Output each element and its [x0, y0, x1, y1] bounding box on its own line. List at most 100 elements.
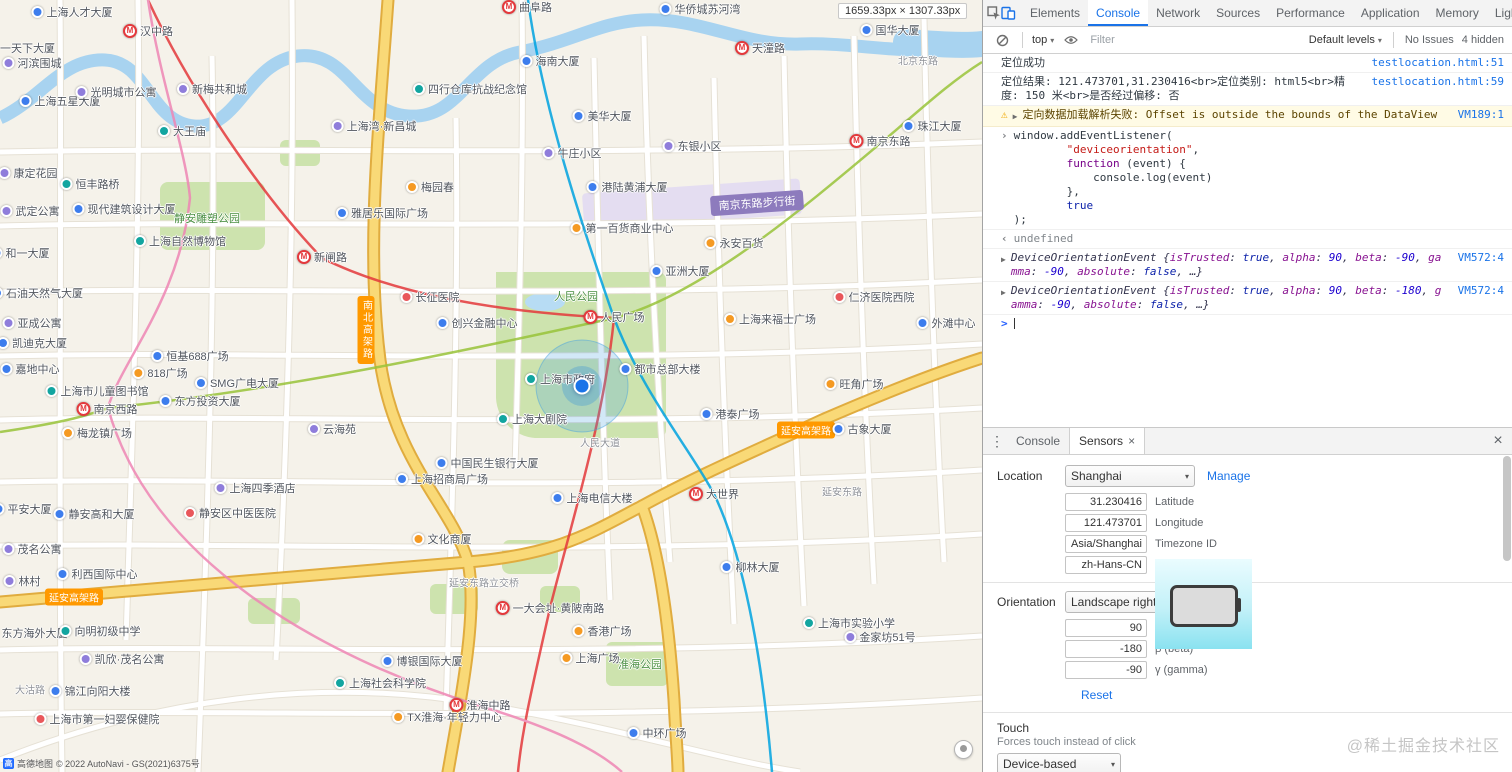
scrollbar-thumb[interactable]	[1503, 456, 1511, 561]
orientation-input--alpha-[interactable]	[1065, 619, 1147, 637]
expand-triangle-icon[interactable]: ▶	[1013, 110, 1018, 124]
map-marker[interactable]: 中环广场	[627, 725, 687, 741]
reset-orientation-button[interactable]: Reset	[1081, 688, 1112, 702]
map-marker[interactable]: 东方海外大厦	[0, 625, 68, 641]
map-marker[interactable]: 第一百货商业中心	[570, 220, 674, 236]
map-marker[interactable]: M 新闸路	[297, 249, 347, 265]
map-marker[interactable]: 国华大厦	[860, 22, 920, 38]
map-marker[interactable]: M 人民广场	[583, 309, 645, 325]
map-marker[interactable]: 外滩中心	[916, 315, 976, 331]
source-link[interactable]: VM572:4	[1458, 251, 1504, 265]
map-marker[interactable]: 亚洲大厦	[650, 263, 710, 279]
tab-memory[interactable]: Memory	[1428, 0, 1487, 26]
map-marker[interactable]: 创兴金融中心	[436, 315, 518, 331]
map-marker[interactable]: M 一大会址·黄陂南路	[495, 600, 604, 616]
map-marker[interactable]: 上海电信大楼	[551, 490, 633, 506]
map-marker[interactable]: 香港广场	[572, 623, 632, 639]
map-marker[interactable]: 旺角广场	[824, 376, 884, 392]
console-filter-input[interactable]	[1088, 33, 1283, 47]
map-marker[interactable]: 上海广场	[560, 650, 620, 666]
map-marker[interactable]: 818广场	[132, 365, 188, 381]
map-marker[interactable]: 港陆黄浦大厦	[586, 179, 668, 195]
tab-elements[interactable]: Elements	[1022, 0, 1088, 26]
map-marker[interactable]: 茂名公寓	[2, 541, 62, 557]
map-marker[interactable]: 上海招商局广场	[396, 471, 488, 487]
map-pane[interactable]: 上海人才大厦 M 汉中路 一天下大厦 河滨围城 M 曲阜路 华侨城苏河湾 M 天潼路 国华大厦 珠江大…	[0, 0, 982, 772]
map-marker[interactable]: 光明城市公寓	[75, 84, 157, 100]
map-marker[interactable]: 锦江向阳大楼	[49, 683, 131, 699]
map-marker[interactable]: 港泰广场	[700, 406, 760, 422]
map-marker[interactable]: 上海自然博物馆	[134, 233, 226, 249]
map-marker[interactable]: 凯迪克大厦	[0, 335, 67, 351]
map-marker[interactable]: 石油天然气大厦	[0, 285, 83, 301]
orientation-input--gamma-[interactable]	[1065, 661, 1147, 679]
map-marker[interactable]: 文化商厦	[412, 531, 472, 547]
map-marker[interactable]: 上海四季酒店	[214, 480, 296, 496]
map-marker[interactable]: 平安大厦	[0, 501, 52, 517]
map-marker[interactable]: 嘉地中心	[0, 361, 60, 377]
map-marker[interactable]: 永安百货	[704, 235, 764, 251]
map-marker[interactable]: 恒基688广场	[151, 348, 229, 364]
map-marker[interactable]: 静安区中医医院	[184, 505, 276, 521]
close-drawer-icon[interactable]: ×	[1488, 432, 1508, 450]
map-marker[interactable]: 长征医院	[400, 289, 460, 305]
tab-network[interactable]: Network	[1148, 0, 1208, 26]
tab-console[interactable]: Console	[1088, 0, 1149, 26]
map-marker[interactable]: 林村	[3, 573, 41, 589]
location-select[interactable]: Shanghai ▾	[1065, 465, 1195, 487]
map-marker[interactable]: 金家坊51号	[844, 629, 916, 645]
drawer-tab-sensors[interactable]: Sensors ×	[1069, 428, 1146, 454]
map-marker[interactable]: 上海人才大厦	[31, 4, 113, 20]
eye-live-expression-icon[interactable]	[1060, 29, 1082, 51]
map-marker[interactable]: 上海来福士广场	[724, 311, 816, 327]
drawer-scrollbar[interactable]	[1503, 456, 1511, 766]
map-marker[interactable]: 武定公寓	[0, 203, 60, 219]
map-marker[interactable]: 梅龙镇广场	[62, 425, 132, 441]
location-input-locale[interactable]	[1065, 556, 1147, 574]
map-marker[interactable]: 东方投资大厦	[159, 393, 241, 409]
map-marker[interactable]: 中国民生银行大厦	[435, 455, 539, 471]
map-marker[interactable]: 向明初级中学	[59, 623, 141, 639]
map-marker[interactable]: 云海苑	[308, 421, 356, 437]
map-marker[interactable]: 凯欣·茂名公寓	[79, 651, 164, 667]
device-toolbar-icon[interactable]	[1001, 2, 1016, 24]
tab-lighthouse[interactable]: Lighthouse	[1487, 0, 1512, 26]
map-marker[interactable]: 东银小区	[662, 138, 722, 154]
map-marker[interactable]: 海南大厦	[520, 53, 580, 69]
tab-performance[interactable]: Performance	[1268, 0, 1353, 26]
manage-locations-button[interactable]: Manage	[1207, 469, 1250, 483]
drawer-more-tools-icon[interactable]: ⋮	[987, 433, 1007, 450]
source-link[interactable]: VM189:1	[1458, 108, 1504, 122]
map-marker[interactable]: 上海大剧院	[497, 411, 567, 427]
map-marker[interactable]: 牛庄小区	[542, 145, 602, 161]
map-marker[interactable]: 四行仓库抗战纪念馆	[413, 81, 527, 97]
map-marker[interactable]: 古象大厦	[832, 421, 892, 437]
map-marker[interactable]: 都市总部大楼	[619, 361, 701, 377]
map-marker[interactable]: 静安高和大厦	[53, 506, 135, 522]
map-marker[interactable]: 华侨城苏河湾	[659, 1, 741, 17]
expand-triangle-icon[interactable]: ▶	[1001, 253, 1006, 267]
map-marker[interactable]: 博银国际大厦	[381, 653, 463, 669]
map-marker[interactable]: 雅居乐国际广场	[336, 205, 428, 221]
map-marker[interactable]: 利西国际中心	[56, 566, 138, 582]
map-marker[interactable]: TX淮海·年轻力中心	[392, 709, 502, 725]
expand-triangle-icon[interactable]: ▶	[1001, 286, 1006, 300]
location-input-longitude[interactable]	[1065, 514, 1147, 532]
map-marker[interactable]: 柳林大厦	[720, 559, 780, 575]
map-marker[interactable]: 上海市儿童图书馆	[45, 383, 149, 399]
map-marker[interactable]: M 汉中路	[123, 23, 173, 39]
touch-select[interactable]: Device-based ▾	[997, 753, 1121, 772]
close-tab-icon[interactable]: ×	[1128, 434, 1135, 448]
source-link[interactable]: testlocation.html:51	[1372, 56, 1504, 70]
inspect-element-icon[interactable]	[987, 2, 1001, 24]
issues-status[interactable]: No Issues	[1405, 34, 1454, 46]
map-marker[interactable]: 仁济医院西院	[833, 289, 915, 305]
map-marker[interactable]: SMG广电大厦	[194, 375, 279, 391]
console-prompt-row[interactable]: >	[983, 315, 1512, 333]
map-marker[interactable]: 美华大厦	[572, 108, 632, 124]
map-marker[interactable]: M 南京东路	[849, 133, 911, 149]
map-marker[interactable]: 新梅共和城	[177, 81, 247, 97]
map-marker[interactable]: M 曲阜路	[502, 0, 552, 15]
source-link[interactable]: testlocation.html:59	[1372, 75, 1504, 89]
map-marker[interactable]: M 天潼路	[735, 40, 785, 56]
